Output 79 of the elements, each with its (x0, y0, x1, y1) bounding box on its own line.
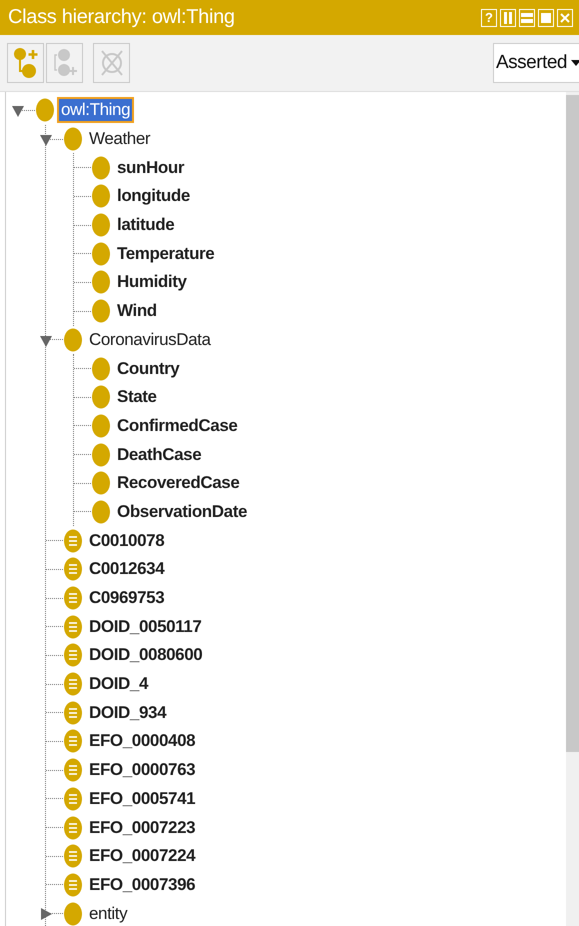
tree-item[interactable]: CoronavirusData (87, 328, 213, 351)
maximize-icon (541, 12, 551, 22)
panel-title: Class hierarchy: owl:Thing (8, 6, 236, 29)
class-icon (91, 442, 111, 467)
close-icon (560, 12, 570, 22)
split-vertical-button[interactable] (500, 8, 516, 26)
defined-class-icon (63, 844, 83, 868)
class-icon (63, 902, 83, 926)
split-horizontal-icon (521, 12, 533, 24)
defined-class-icon (63, 729, 83, 754)
class-icon (91, 385, 111, 410)
defined-class-icon (63, 557, 83, 582)
tree-item[interactable]: Humidity (115, 271, 189, 294)
class-icon (63, 127, 83, 152)
class-icon (91, 414, 111, 438)
expand-toggle-icon[interactable] (39, 907, 53, 922)
defined-class-icon (63, 816, 83, 840)
tree-item[interactable]: DOID_0050117 (87, 616, 204, 638)
split-horizontal-button[interactable] (519, 8, 535, 26)
tree-item[interactable]: Temperature (115, 242, 216, 265)
scrollbar[interactable] (566, 92, 579, 926)
tree-item[interactable]: sunHour (115, 156, 186, 179)
tree-item[interactable]: Wind (115, 300, 159, 322)
tree-item[interactable]: EFO_0007224 (87, 845, 198, 868)
defined-class-icon (63, 786, 83, 811)
tree-item[interactable]: DeathCase (115, 444, 204, 466)
tree-item[interactable]: EFO_0000763 (87, 759, 198, 782)
add-subclass-icon (12, 47, 38, 79)
defined-class-icon (63, 672, 83, 696)
defined-class-icon (63, 643, 83, 668)
defined-class-icon (63, 758, 83, 782)
defined-class-icon (63, 614, 83, 639)
caret-icon (570, 60, 579, 66)
delete-class-icon (98, 48, 124, 78)
tree-item[interactable]: ObservationDate (115, 500, 250, 523)
tree-item[interactable]: EFO_0000408 (87, 730, 198, 752)
tree-item[interactable]: C0969753 (87, 587, 166, 610)
close-button[interactable] (557, 8, 573, 26)
defined-class-icon (63, 528, 83, 553)
tree-item[interactable]: C0010078 (87, 530, 166, 552)
defined-class-icon (63, 700, 83, 725)
tree-item[interactable]: longitude (115, 185, 192, 208)
tree-item[interactable]: owl:Thing (59, 99, 132, 122)
class-icon (91, 299, 111, 324)
tree-item[interactable]: latitude (115, 214, 176, 236)
class-icon (91, 356, 111, 381)
scrollbar-thumb[interactable] (566, 95, 579, 752)
tree-item[interactable]: entity (87, 902, 130, 925)
defined-class-icon (63, 872, 83, 897)
tree-item[interactable]: State (115, 386, 159, 408)
tree-item[interactable]: ConfirmedCase (115, 414, 240, 437)
tree-item[interactable]: DOID_934 (87, 702, 168, 724)
tree-item[interactable]: DOID_0080600 (87, 644, 204, 666)
tree-item[interactable]: Weather (87, 128, 152, 150)
class-icon (91, 471, 111, 496)
defined-class-icon (63, 586, 83, 610)
split-vertical-icon (503, 12, 513, 24)
class-icon (91, 184, 111, 208)
collapse-toggle-icon[interactable] (11, 104, 25, 118)
tree-item[interactable]: EFO_0007396 (87, 874, 198, 896)
class-icon (63, 328, 83, 352)
class-icon (35, 98, 55, 122)
class-icon (91, 500, 111, 524)
collapse-toggle-icon[interactable] (39, 132, 53, 147)
tree-item[interactable]: EFO_0007223 (87, 816, 198, 839)
view-select[interactable]: Asserted (493, 43, 579, 83)
add-sibling-icon (52, 47, 78, 79)
tree-item[interactable]: Country (115, 358, 182, 380)
tree-item[interactable]: C0012634 (87, 558, 166, 580)
collapse-toggle-icon[interactable] (39, 334, 53, 348)
class-icon (91, 213, 111, 238)
tree-item[interactable]: RecoveredCase (115, 472, 242, 494)
class-icon (91, 242, 111, 266)
class-icon (91, 270, 111, 294)
tree-item[interactable]: DOID_4 (87, 673, 150, 696)
add-subclass-button[interactable] (7, 43, 44, 83)
class-icon (91, 156, 111, 180)
maximize-button[interactable] (538, 8, 554, 26)
tree-item[interactable]: EFO_0005741 (87, 788, 198, 810)
